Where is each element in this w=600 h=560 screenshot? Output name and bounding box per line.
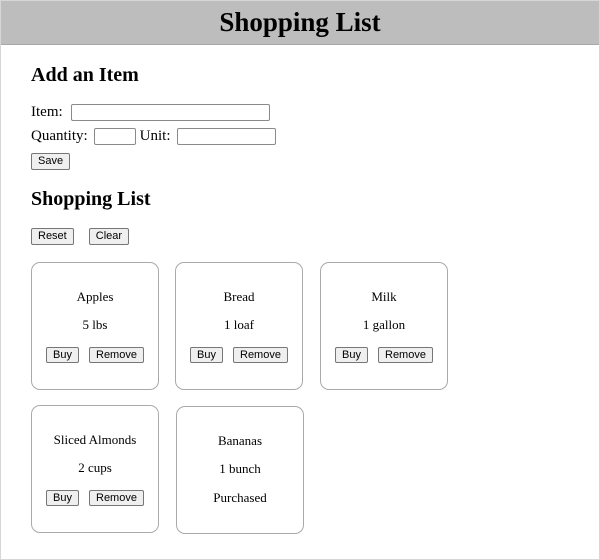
buy-button[interactable]: Buy [46, 490, 79, 506]
item-name: Bananas [217, 433, 263, 448]
save-button[interactable]: Save [31, 153, 71, 170]
remove-button[interactable]: Remove [89, 490, 144, 506]
quantity-input[interactable] [93, 127, 136, 145]
add-item-heading: Add an Item [31, 64, 139, 86]
item-name: Apples [76, 289, 114, 304]
item-card: Bread 1 loaf Buy Remove [175, 262, 303, 390]
item-card: Apples 5 lbs Buy Remove [31, 262, 159, 390]
item-quantity: 1 loaf [224, 317, 254, 332]
item-cards: Apples 5 lbs Buy Remove Bread 1 loaf Buy… [0, 262, 600, 542]
app-header: Shopping List [0, 0, 600, 45]
unit-label: Unit: [139, 127, 171, 144]
reset-button[interactable]: Reset [31, 228, 74, 245]
remove-button[interactable]: Remove [89, 347, 144, 363]
shopping-list-heading: Shopping List [31, 188, 151, 210]
buy-button[interactable]: Buy [190, 347, 223, 363]
item-card-purchased: Bananas 1 bunch Purchased [176, 406, 304, 534]
main-content: Add an Item Item: Quantity: Unit: Save S… [0, 64, 600, 245]
buy-button[interactable]: Buy [335, 347, 368, 363]
item-actions: Buy Remove [32, 347, 158, 363]
item-quantity: 2 cups [78, 460, 112, 475]
item-actions: Buy Remove [176, 347, 302, 363]
item-label: Item: [31, 103, 63, 120]
page-title: Shopping List [219, 6, 381, 37]
item-card: Sliced Almonds 2 cups Buy Remove [31, 405, 159, 533]
quantity-label: Quantity: [31, 127, 88, 144]
item-actions: Buy Remove [321, 347, 447, 363]
unit-input[interactable] [176, 127, 276, 145]
item-input[interactable] [70, 103, 270, 121]
item-row: Item: [31, 101, 580, 123]
item-name: Milk [371, 289, 397, 304]
item-actions: Buy Remove [32, 490, 158, 506]
item-name: Sliced Almonds [53, 432, 137, 447]
remove-button[interactable]: Remove [233, 347, 288, 363]
purchased-status: Purchased [213, 490, 267, 505]
item-quantity: 5 lbs [82, 317, 108, 332]
list-controls: Reset Clear [31, 228, 580, 245]
remove-button[interactable]: Remove [378, 347, 433, 363]
quantity-row: Quantity: Unit: [31, 125, 580, 147]
item-quantity: 1 bunch [219, 461, 261, 476]
clear-button[interactable]: Clear [88, 228, 130, 245]
item-card: Milk 1 gallon Buy Remove [320, 262, 448, 390]
buy-button[interactable]: Buy [46, 347, 79, 363]
item-name: Bread [223, 289, 255, 304]
item-quantity: 1 gallon [362, 317, 406, 332]
